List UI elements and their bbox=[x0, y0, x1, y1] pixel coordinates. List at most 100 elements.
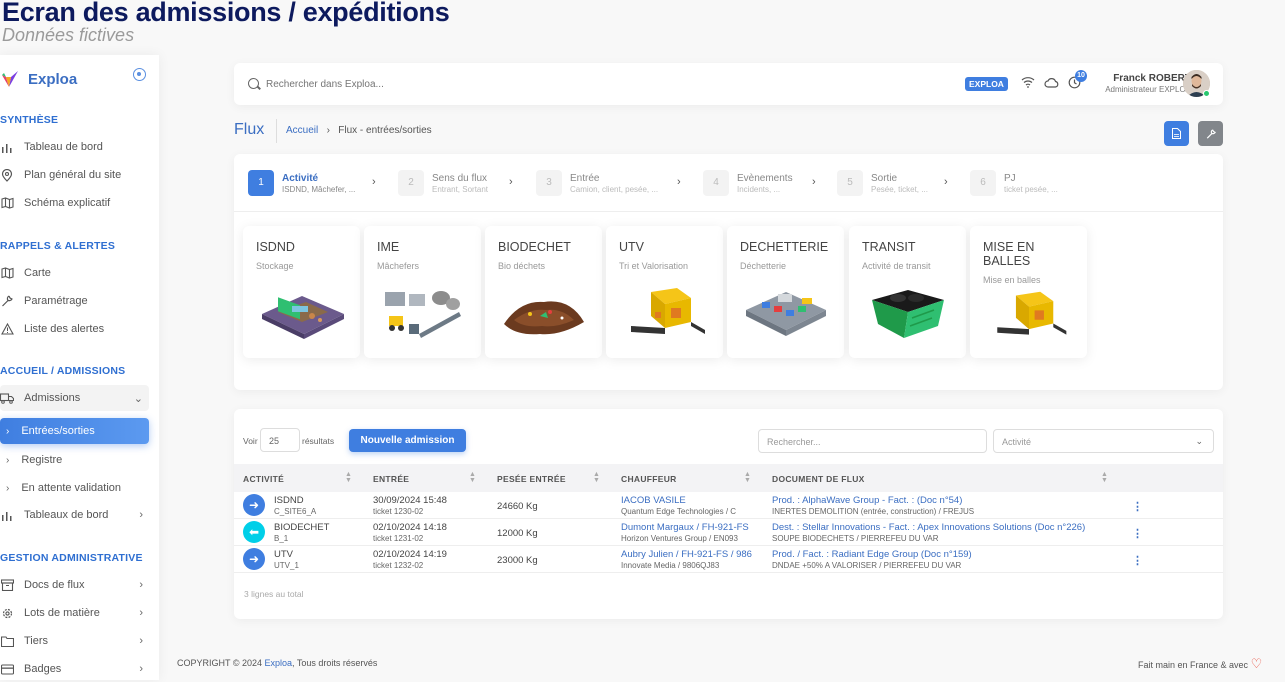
arrow-right-icon: ➜ bbox=[243, 548, 265, 570]
row-document-link[interactable]: Dest. : Stellar Innovations - Fact. : Ap… bbox=[772, 522, 1085, 533]
file-icon bbox=[1172, 128, 1181, 139]
sidebar-item-alertes[interactable]: Liste des alertes bbox=[0, 316, 149, 342]
row-ticket: ticket 1231-02 bbox=[373, 534, 424, 543]
breadcrumb-divider bbox=[276, 119, 277, 143]
global-search-input[interactable] bbox=[266, 75, 566, 93]
step-subtitle: Entrant, Sortant bbox=[432, 185, 489, 194]
sidebar-item-entrees-sorties[interactable]: › Entrées/sorties bbox=[0, 418, 149, 444]
sidebar-item-carte[interactable]: Carte bbox=[0, 260, 149, 286]
new-admission-button[interactable]: Nouvelle admission bbox=[349, 429, 466, 452]
row-driver-link[interactable]: Dumont Margaux / FH-921-FS bbox=[621, 522, 755, 533]
sidebar-item-tiers[interactable]: Tiers › bbox=[0, 628, 149, 654]
chevron-right-icon: › bbox=[139, 635, 143, 647]
page-length-select[interactable]: 25 bbox=[260, 428, 300, 452]
step-number: 3 bbox=[536, 170, 562, 196]
folder-icon bbox=[0, 634, 14, 648]
table-row[interactable]: ➜ ISDND C_SITE6_A 30/09/2024 15:48 ticke… bbox=[234, 492, 1223, 519]
banner-subtitle: Données fictives bbox=[2, 25, 135, 45]
chevron-right-icon: › bbox=[6, 425, 10, 437]
sort-icon[interactable]: ▲ ▼ bbox=[469, 471, 476, 484]
sidebar-item-label: Schéma explicatif bbox=[24, 197, 111, 209]
activity-tile-ime[interactable]: IME Mâchefers bbox=[364, 226, 481, 358]
sidebar-item-schema[interactable]: Schéma explicatif bbox=[0, 190, 149, 216]
tile-description: Tri et Valorisation bbox=[619, 261, 689, 271]
table-row[interactable]: ➜ UTV UTV_1 02/10/2024 14:19 ticket 1232… bbox=[234, 546, 1223, 573]
column-header-document[interactable]: DOCUMENT DE FLUX bbox=[772, 474, 865, 484]
online-status-dot bbox=[1203, 90, 1210, 97]
wizard-steps: 1 Activité ISDND, Mâchefer, ... › 2 Sens… bbox=[234, 154, 1223, 212]
sidebar-item-label: En attente validation bbox=[21, 482, 122, 494]
arrow-left-icon: ⬅ bbox=[243, 521, 265, 543]
bar-chart-icon bbox=[0, 508, 14, 522]
activity-tile-mise-en-balles[interactable]: MISE EN BALLES Mise en balles bbox=[970, 226, 1087, 358]
column-header-activite[interactable]: ACTIVITÉ bbox=[243, 474, 284, 484]
breadcrumb-home-link[interactable]: Accueil bbox=[286, 125, 318, 136]
wifi-icon[interactable] bbox=[1020, 76, 1036, 92]
step-number: 4 bbox=[703, 170, 729, 196]
sidebar-item-badges[interactable]: Badges › bbox=[0, 656, 149, 682]
cloud-icon[interactable] bbox=[1043, 76, 1059, 92]
row-driver-link[interactable]: IACOB VASILE bbox=[621, 495, 755, 506]
row-activity-code: UTV_1 bbox=[274, 561, 299, 570]
sidebar-item-tableaux[interactable]: Tableaux de bord › bbox=[0, 502, 149, 528]
rights-text: , Tous droits réservés bbox=[292, 658, 378, 668]
more-vertical-icon[interactable]: ⋮ bbox=[1132, 554, 1143, 567]
chevron-right-icon: › bbox=[509, 176, 513, 188]
column-header-chauffeur[interactable]: CHAUFFEUR bbox=[621, 474, 677, 484]
step-subtitle: Pesée, ticket, ... bbox=[871, 185, 928, 194]
row-entry-date: 30/09/2024 15:48 bbox=[373, 495, 447, 506]
sidebar-item-lots[interactable]: Lots de matière › bbox=[0, 600, 149, 626]
chevron-right-icon: › bbox=[139, 579, 143, 591]
sort-icon[interactable]: ▲ ▼ bbox=[345, 471, 352, 484]
breadcrumb-separator-icon: › bbox=[321, 125, 336, 136]
biowaste-illustration bbox=[504, 301, 584, 335]
column-header-entree[interactable]: ENTRÉE bbox=[373, 474, 409, 484]
step-title: Entrée bbox=[570, 173, 600, 184]
row-driver-link[interactable]: Aubry Julien / FH-921-FS / 986 bbox=[621, 549, 755, 560]
row-activity-code: C_SITE6_A bbox=[274, 507, 317, 516]
sidebar-item-attente[interactable]: › En attente validation bbox=[0, 475, 149, 501]
sort-icon[interactable]: ▲ ▼ bbox=[744, 471, 751, 484]
sidebar-item-parametrage[interactable]: Paramétrage bbox=[0, 288, 149, 314]
made-text: Fait main en France & avec bbox=[1138, 660, 1249, 670]
baler-illustration bbox=[997, 291, 1067, 335]
table-toolbar: Voir 25 résultats Nouvelle admission Rec… bbox=[234, 409, 1223, 469]
row-weight: 12000 Kg bbox=[497, 528, 538, 539]
settings-tool-button[interactable] bbox=[1198, 121, 1223, 146]
alert-triangle-icon bbox=[0, 322, 14, 336]
brand-logo-icon bbox=[2, 71, 18, 87]
more-vertical-icon[interactable]: ⋮ bbox=[1132, 527, 1143, 540]
export-document-button[interactable] bbox=[1164, 121, 1189, 146]
chevron-right-icon: › bbox=[372, 176, 376, 188]
activity-filter-select[interactable]: Activité ⌄ bbox=[993, 429, 1214, 453]
top-navbar: EXPLOA 10 Franck ROBERT Administrateur E… bbox=[234, 63, 1223, 105]
table-search-input[interactable]: Rechercher... bbox=[758, 429, 987, 453]
row-activity: ISDND bbox=[274, 495, 304, 506]
sort-icon[interactable]: ▲ ▼ bbox=[1101, 471, 1108, 484]
row-document-link[interactable]: Prod. : AlphaWave Group - Fact. : (Doc n… bbox=[772, 495, 962, 506]
column-header-pesee[interactable]: PESÉE ENTRÉE bbox=[497, 474, 566, 484]
activity-tile-dechetterie[interactable]: DECHETTERIE Déchetterie bbox=[727, 226, 844, 358]
activity-tile-biodechet[interactable]: BIODECHET Bio déchets bbox=[485, 226, 602, 358]
table-row[interactable]: ⬅ BIODECHET B_1 02/10/2024 14:18 ticket … bbox=[234, 519, 1223, 546]
tile-description: Mise en balles bbox=[983, 275, 1041, 285]
sort-icon[interactable]: ▲ ▼ bbox=[593, 471, 600, 484]
row-document-link[interactable]: Prod. / Fact. : Radiant Edge Group (Doc … bbox=[772, 549, 972, 560]
row-document-detail: DNDAE +50% A VALORISER / PIERREFEU DU VA… bbox=[772, 561, 962, 570]
site-badge[interactable]: EXPLOA bbox=[965, 77, 1008, 91]
row-company: Innovate Media / 9806QJ83 bbox=[621, 561, 720, 570]
step-title: PJ bbox=[1004, 173, 1016, 184]
activity-tile-isdnd[interactable]: ISDND Stockage bbox=[243, 226, 360, 358]
sidebar-item-docs[interactable]: Docs de flux › bbox=[0, 572, 149, 598]
activity-tile-utv[interactable]: UTV Tri et Valorisation bbox=[606, 226, 723, 358]
sidebar-item-tableau-de-bord[interactable]: Tableau de bord bbox=[0, 134, 149, 160]
collapse-sidebar-icon[interactable] bbox=[133, 68, 146, 81]
user-name[interactable]: Franck ROBERT bbox=[1092, 73, 1191, 84]
footer-brand-link[interactable]: Exploa bbox=[265, 658, 293, 668]
more-vertical-icon[interactable]: ⋮ bbox=[1132, 500, 1143, 513]
sidebar-item-plan[interactable]: Plan général du site bbox=[0, 162, 149, 188]
sidebar-item-admissions[interactable]: Admissions ⌄ bbox=[0, 385, 149, 411]
brand[interactable]: Exploa bbox=[0, 67, 77, 91]
sidebar-item-registre[interactable]: › Registre bbox=[0, 447, 149, 473]
activity-tile-transit[interactable]: TRANSIT Activité de transit bbox=[849, 226, 966, 358]
